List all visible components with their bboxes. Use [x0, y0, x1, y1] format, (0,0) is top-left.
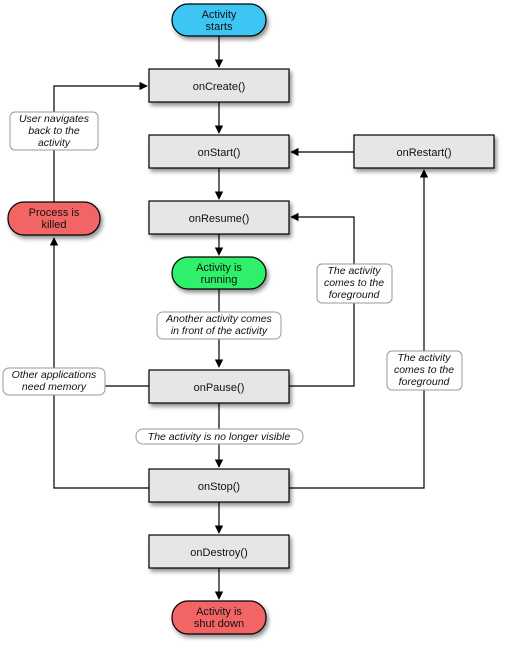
another-activity-line1: Another activity comes [165, 313, 272, 325]
activity-starts-line2: starts [206, 21, 233, 33]
on-create-label: onCreate() [193, 81, 246, 93]
label-no-longer-visible: The activity is no longer visible [135, 428, 304, 445]
process-killed-line2: killed [41, 219, 66, 231]
activity-running-line2: running [201, 274, 238, 286]
node-on-start: onStart() [148, 134, 290, 169]
activity-shut-down-line2: shut down [194, 618, 244, 630]
label-foreground-restart: The activity comes to the foreground [386, 350, 463, 391]
svg-text:The activity is no longer visi: The activity is no longer visible [148, 431, 291, 443]
label-other-apps-memory: Other applications need memory [2, 367, 106, 396]
edge-stop-to-killed [53, 386, 149, 489]
foreground-restart-line2: comes to the [394, 364, 454, 376]
on-pause-label: onPause() [194, 382, 245, 394]
other-apps-line1: Other applications [12, 369, 97, 381]
label-user-navigates-back: User navigates back to the activity [9, 111, 99, 151]
edge-pause-to-killed [49, 237, 149, 387]
svg-text:Activity isrunning: Activity is running [196, 262, 242, 286]
svg-text:Activity isshut down: Activity is shut down [194, 606, 244, 630]
node-on-destroy: onDestroy() [148, 534, 290, 569]
on-destroy-label: onDestroy() [190, 547, 247, 559]
on-start-label: onStart() [198, 147, 241, 159]
activity-running-line1: Activity is [196, 262, 242, 274]
svg-text:The activitycomes to theforegr: The activity comes to the foreground [324, 265, 384, 301]
svg-text:Activitystarts: Activity starts [202, 9, 237, 33]
edge-stop-to-restart [289, 169, 429, 489]
user-navigates-line3: activity [38, 137, 71, 149]
activity-starts-line1: Activity [202, 9, 237, 21]
node-on-resume: onResume() [148, 200, 290, 235]
svg-text:Other applicationsneed memory: Other applications need memory [12, 369, 97, 393]
label-foreground-resume: The activity comes to the foreground [316, 263, 393, 304]
node-on-create: onCreate() [148, 68, 290, 103]
on-restart-label: onRestart() [396, 147, 451, 159]
on-resume-label: onResume() [189, 213, 250, 225]
process-killed-line1: Process is [29, 207, 80, 219]
foreground-resume-line3: foreground [329, 289, 381, 301]
foreground-resume-line1: The activity [327, 265, 381, 277]
other-apps-line2: need memory [22, 381, 87, 393]
node-on-pause: onPause() [148, 369, 290, 404]
activity-shut-down-line1: Activity is [196, 606, 242, 618]
foreground-resume-line2: comes to the [324, 277, 384, 289]
user-navigates-line2: back to the [28, 125, 80, 137]
user-navigates-line1: User navigates [19, 113, 90, 125]
node-on-restart: onRestart() [353, 134, 495, 169]
activity-lifecycle-diagram: Activity starts Activity is running Activi… [2, 3, 495, 635]
svg-text:Another activity comesin front: Another activity comes in front of the ac… [165, 313, 272, 337]
foreground-restart-line3: foreground [399, 376, 451, 388]
another-activity-line2: in front of the activity [171, 325, 268, 337]
foreground-restart-line1: The activity [397, 352, 451, 364]
label-another-activity-front: Another activity comes in front of the ac… [156, 311, 282, 340]
svg-text:The activitycomes to theforegr: The activity comes to the foreground [394, 352, 454, 388]
node-on-stop: onStop() [148, 468, 290, 503]
on-stop-label: onStop() [198, 481, 240, 493]
no-longer-visible-line1: The activity is no longer visible [148, 431, 291, 443]
